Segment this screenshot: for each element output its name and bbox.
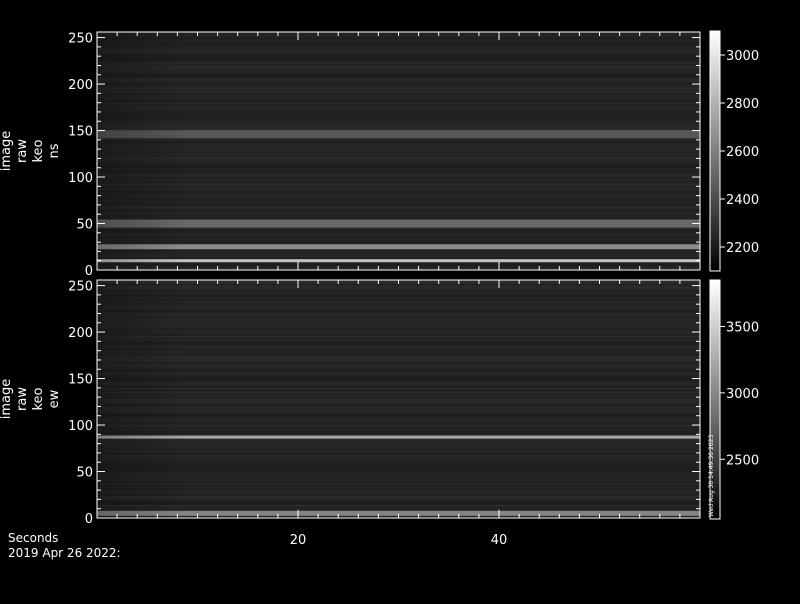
y-axis-label-line: ew bbox=[47, 389, 62, 408]
y-tick-label: 200 bbox=[68, 78, 93, 93]
y-axis-label-line: raw bbox=[15, 387, 30, 411]
plot-timestamp: Wed Aug 30 14:49:36 2023 bbox=[708, 435, 715, 517]
colorbar-tick-label: 3000 bbox=[726, 49, 759, 64]
y-axis-label-line: ns bbox=[47, 143, 62, 158]
keogram-panel-2: 0 50 100 150 200 250 20 40 image raw keo ew 2500 3000… bbox=[0, 279, 759, 548]
y-tick-label: 200 bbox=[68, 326, 93, 341]
y-tick-label: 150 bbox=[68, 125, 93, 140]
date-label: 2019 Apr 26 2022: bbox=[8, 546, 121, 560]
image-shading bbox=[97, 280, 700, 518]
y-axis-label-line: image bbox=[0, 131, 14, 172]
colorbar-tick-label: 2400 bbox=[726, 193, 759, 208]
colorbar-tick-label: 3500 bbox=[726, 320, 759, 335]
y-axis-label-line: raw bbox=[15, 139, 30, 163]
y-tick-label: 250 bbox=[68, 32, 93, 47]
colorbar-tick-label: 2200 bbox=[726, 241, 759, 256]
x-tick-label: 20 bbox=[290, 533, 307, 548]
y-tick-label: 150 bbox=[68, 373, 93, 388]
y-tick-label: 50 bbox=[76, 466, 93, 481]
y-tick-label: 0 bbox=[85, 512, 93, 527]
colorbar bbox=[710, 31, 720, 271]
y-tick-label: 50 bbox=[76, 218, 93, 233]
colorbar-tick-label: 3000 bbox=[726, 387, 759, 402]
y-axis-label-line: keo bbox=[31, 139, 46, 162]
image-shading bbox=[97, 32, 700, 270]
y-tick-label: 100 bbox=[68, 419, 93, 434]
y-tick-label: 250 bbox=[68, 280, 93, 295]
x-tick-label: 40 bbox=[491, 533, 508, 548]
colorbar-tick-label: 2500 bbox=[726, 453, 759, 468]
x-units-label: Seconds bbox=[8, 531, 59, 545]
y-tick-label: 0 bbox=[85, 264, 93, 279]
colorbar-tick-label: 2800 bbox=[726, 97, 759, 112]
y-axis-label-line: image bbox=[0, 379, 14, 420]
y-axis-label-line: keo bbox=[31, 387, 46, 410]
y-tick-label: 100 bbox=[68, 171, 93, 186]
colorbar-tick-label: 2600 bbox=[726, 145, 759, 160]
keogram-figure: 050100150200250image raw keo ns220024002600… bbox=[0, 30, 759, 548]
keogram-panel-1: 0 50 100 150 200 250 image raw keo ns 2200 2400 2600… bbox=[0, 30, 759, 279]
